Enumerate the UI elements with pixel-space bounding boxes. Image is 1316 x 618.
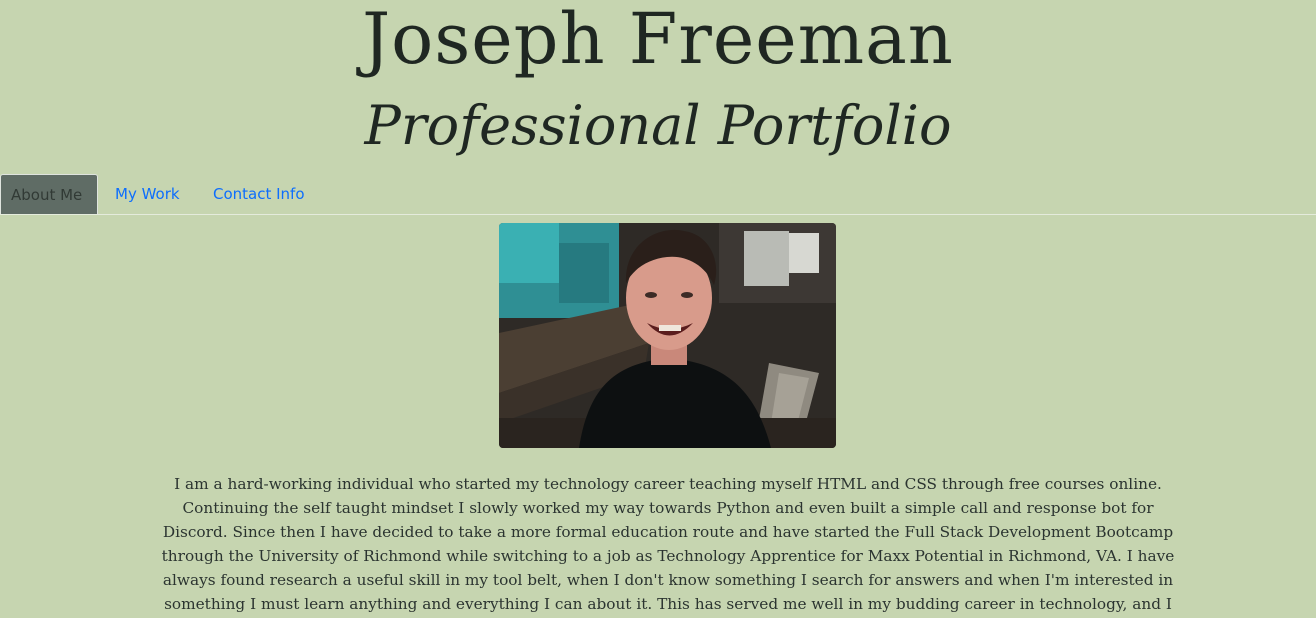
tab-contact-info[interactable]: Contact Info (213, 174, 305, 214)
profile-photo (499, 223, 836, 448)
tab-my-work[interactable]: My Work (115, 174, 180, 214)
tab-about-me[interactable]: About Me (0, 174, 98, 214)
nav-tabs: About Me My Work Contact Info (0, 174, 1316, 215)
page-subtitle: Professional Portfolio (364, 94, 952, 157)
page-title: Joseph Freeman (362, 0, 954, 80)
bio-paragraph: I am a hard-working individual who start… (161, 475, 1175, 613)
